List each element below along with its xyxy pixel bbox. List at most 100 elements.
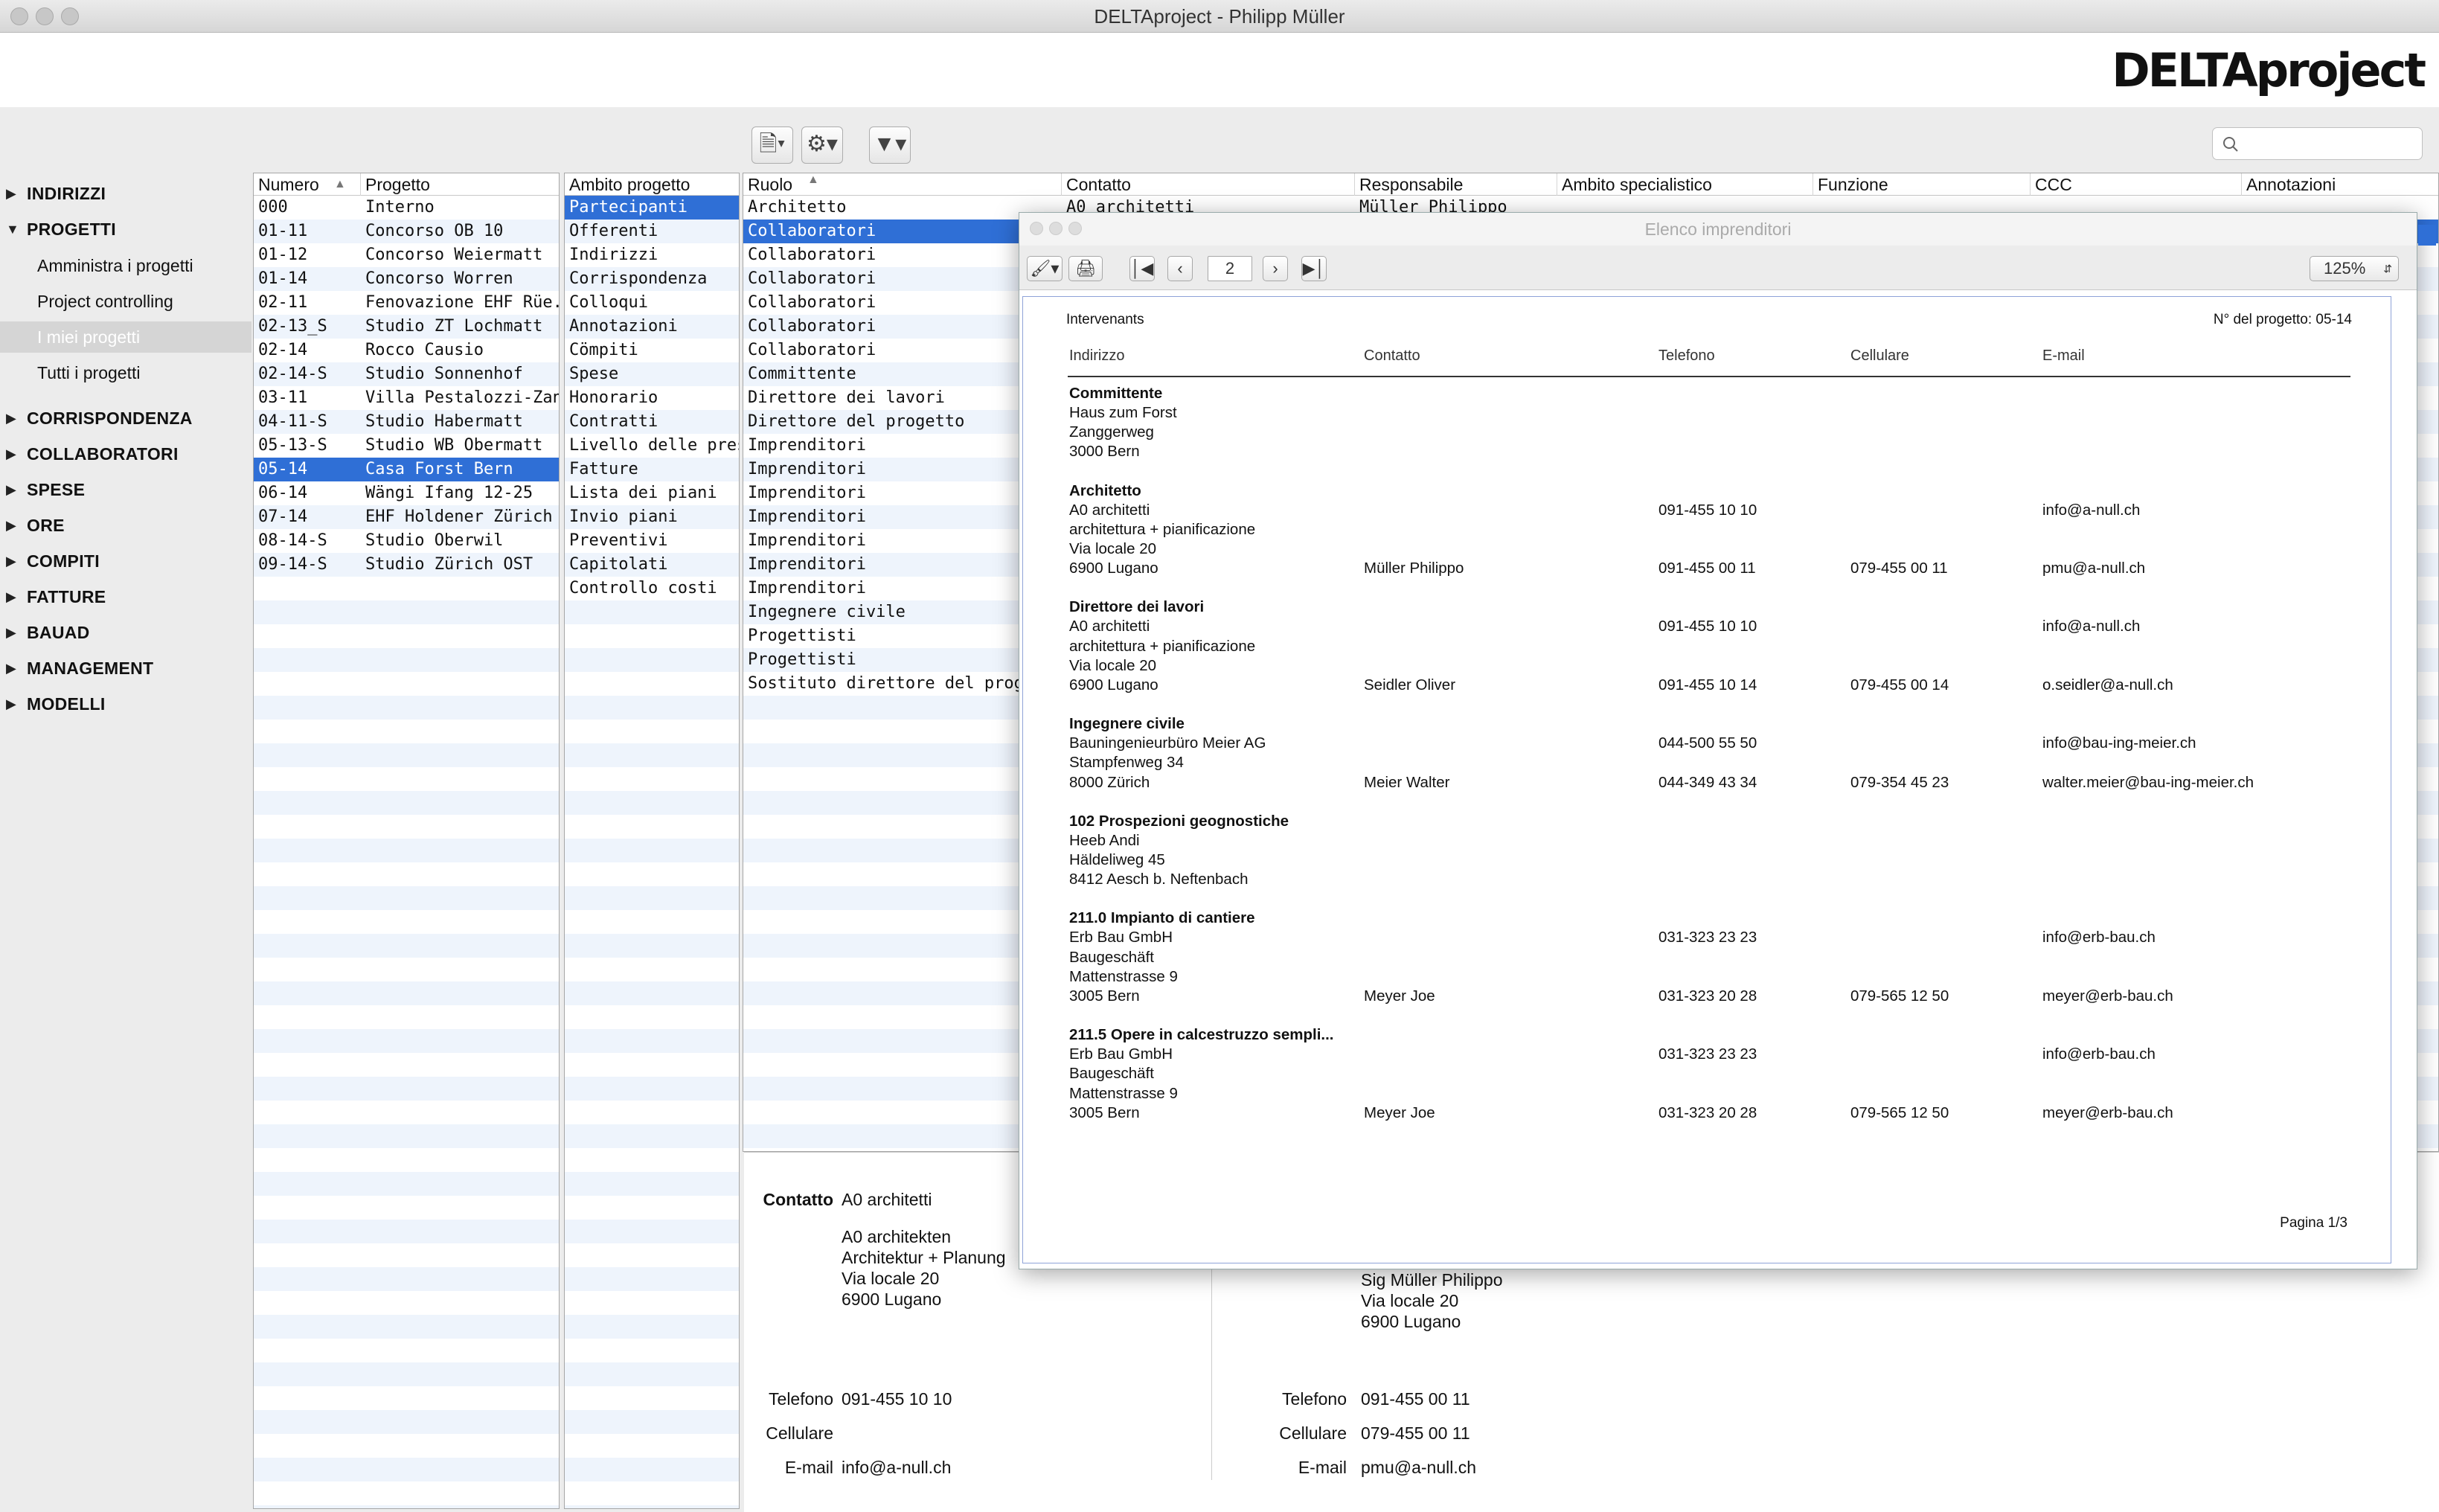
col-header-ambito-specialistico[interactable]: Ambito specialistico (1557, 173, 1813, 196)
document-menu-button[interactable]: 🗎▾ (751, 126, 793, 164)
scroll-indicator[interactable] (2418, 225, 2436, 246)
ambito-item[interactable]: Indirizzi (565, 243, 739, 267)
disclosure-closed-icon[interactable]: ▶ (6, 403, 16, 433)
col-header-progetto[interactable]: Progetto (361, 173, 559, 196)
disclosure-closed-icon[interactable]: ▶ (6, 179, 16, 208)
next-page-button[interactable]: › (1263, 256, 1288, 281)
role-name: Direttore del progetto (748, 412, 965, 431)
nav-section-corrispondenza[interactable]: CORRISPONDENZA (0, 403, 251, 433)
project-row[interactable]: 01-14 Concorso Worren (254, 267, 559, 291)
col-header-ruolo[interactable]: Ruolo (743, 173, 1062, 196)
ambito-item[interactable]: Corrispondenza (565, 267, 739, 291)
disclosure-closed-icon[interactable]: ▶ (6, 582, 16, 612)
project-row[interactable]: 04-11-S Studio Habermatt (254, 410, 559, 434)
nav-section-fatture[interactable]: FATTURE (0, 582, 251, 612)
ambito-item[interactable]: Controllo costi (565, 577, 739, 600)
col-header-contatto[interactable]: Contatto (1062, 173, 1355, 196)
disclosure-open-icon[interactable]: ▼ (6, 214, 19, 244)
col-header-ambito[interactable]: Ambito progetto (565, 173, 739, 196)
last-page-button[interactable]: ▶│ (1301, 256, 1327, 281)
report-cell-addr: 8000 Zürich (1069, 773, 1150, 791)
ambito-item[interactable]: Fatture (565, 458, 739, 481)
nav-section-bauad[interactable]: BAUAD (0, 618, 251, 647)
brush-menu-button[interactable]: 🖌▾ (1027, 256, 1063, 281)
report-cell-addr: Baugeschäft (1069, 948, 1154, 966)
project-row[interactable]: 06-14 Wängi Ifang 12-25 (254, 481, 559, 505)
nav-section-collaboratori[interactable]: COLLABORATORI (0, 439, 251, 469)
nav-section-compiti[interactable]: COMPITI (0, 546, 251, 576)
filter-menu-button[interactable]: ▼▾ (869, 126, 911, 164)
disclosure-closed-icon[interactable]: ▶ (6, 653, 16, 683)
zoom-select[interactable]: 125% ⇵ (2310, 256, 2399, 281)
disclosure-closed-icon[interactable]: ▶ (6, 475, 16, 504)
project-row[interactable]: 05-14 Casa Forst Bern (254, 458, 559, 481)
disclosure-closed-icon[interactable]: ▶ (6, 618, 16, 647)
col-header-annotazioni[interactable]: Annotazioni (2242, 173, 2438, 196)
minimize-window-button[interactable] (36, 7, 54, 25)
ambito-item[interactable]: Offerenti (565, 220, 739, 243)
ambito-item[interactable]: Honorario (565, 386, 739, 410)
project-row[interactable]: 07-14 EHF Holdener Zürich (254, 505, 559, 529)
project-row[interactable]: 02-11 Fenovazione EHF Rüe... (254, 291, 559, 315)
project-row[interactable]: 01-12 Concorso Weiermatt (254, 243, 559, 267)
project-row[interactable]: 03-11 Villa Pestalozzi-Zang... (254, 386, 559, 410)
project-row[interactable]: 09-14-S Studio Zürich OST (254, 553, 559, 577)
ambito-item[interactable]: Capitolati (565, 553, 739, 577)
settings-menu-button[interactable]: ⚙▾ (801, 126, 843, 164)
first-page-button[interactable]: │◀ (1129, 256, 1155, 281)
nav-section-management[interactable]: MANAGEMENT (0, 653, 251, 683)
sidebar-item-tutti-i-progetti[interactable]: Tutti i progetti (0, 357, 251, 388)
ambito-item[interactable]: Spese (565, 362, 739, 386)
nav-section-ore[interactable]: ORE (0, 510, 251, 540)
preview-zoom-button[interactable] (1068, 222, 1082, 235)
ambito-item[interactable]: Livello delle presta... (565, 434, 739, 458)
ambito-item[interactable]: Contratti (565, 410, 739, 434)
project-row[interactable]: 02-13_S Studio ZT Lochmatt (254, 315, 559, 339)
prev-page-button[interactable]: ‹ (1167, 256, 1193, 281)
disclosure-closed-icon[interactable]: ▶ (6, 510, 16, 540)
ambito-item[interactable]: Invio piani (565, 505, 739, 529)
page-number-input[interactable] (1208, 256, 1252, 281)
disclosure-closed-icon[interactable]: ▶ (6, 689, 16, 719)
sidebar-item-project-controlling[interactable]: Project controlling (0, 286, 251, 317)
ambito-item[interactable]: Annotazioni (565, 315, 739, 339)
close-window-button[interactable] (10, 7, 28, 25)
resp-telefono-value[interactable]: 091-455 00 11 (1361, 1389, 1470, 1409)
ambito-item[interactable]: Lista dei piani (565, 481, 739, 505)
col-header-ccc[interactable]: CCC (2031, 173, 2242, 196)
resp-email-value[interactable]: pmu@a-null.ch (1361, 1458, 1476, 1478)
nav-section-spese[interactable]: SPESE (0, 475, 251, 504)
disclosure-closed-icon[interactable]: ▶ (6, 546, 16, 576)
nav-section-indirizzi[interactable]: INDIRIZZI (0, 179, 251, 208)
project-row[interactable]: 000 Interno (254, 196, 559, 220)
ambito-item[interactable]: Partecipanti (565, 196, 739, 220)
email-value[interactable]: info@a-null.ch (842, 1458, 951, 1478)
col-header-funzione[interactable]: Funzione (1813, 173, 2031, 196)
project-number: 04-11-S (258, 412, 327, 431)
sidebar-item-amministra-i-progetti[interactable]: Amministra i progetti (0, 250, 251, 281)
nav-section-progetti[interactable]: PROGETTI (0, 214, 251, 244)
telefono-value[interactable]: 091-455 10 10 (842, 1389, 952, 1409)
project-row[interactable]: 02-14-S Studio Sonnenhof (254, 362, 559, 386)
report-cell-cell: 079-354 45 23 (1850, 773, 1949, 791)
project-row[interactable]: 05-13-S Studio WB Obermatt (254, 434, 559, 458)
nav-section-modelli[interactable]: MODELLI (0, 689, 251, 719)
project-row[interactable]: 02-14 Rocco Causio (254, 339, 559, 362)
ambito-item[interactable]: Cömpiti (565, 339, 739, 362)
search-field[interactable] (2212, 127, 2423, 160)
ambito-item[interactable]: Colloqui (565, 291, 739, 315)
role-name: Collaboratori (748, 293, 876, 312)
ambito-item[interactable]: Preventivi (565, 529, 739, 553)
preview-minimize-button[interactable] (1049, 222, 1063, 235)
zoom-window-button[interactable] (61, 7, 79, 25)
col-header-responsabile[interactable]: Responsabile (1355, 173, 1557, 196)
col-header-numero[interactable]: Numero ▲ (254, 173, 361, 196)
sidebar-item-i-miei-progetti[interactable]: I miei progetti (0, 321, 251, 353)
resp-cellulare-value[interactable]: 079-455 00 11 (1361, 1423, 1470, 1444)
preview-close-button[interactable] (1030, 222, 1043, 235)
project-row[interactable]: 08-14-S Studio Oberwil (254, 529, 559, 553)
role-name: Progettisti (748, 627, 856, 645)
project-row[interactable]: 01-11 Concorso OB 10 (254, 220, 559, 243)
disclosure-closed-icon[interactable]: ▶ (6, 439, 16, 469)
print-button[interactable]: 🖨 (1068, 256, 1103, 281)
